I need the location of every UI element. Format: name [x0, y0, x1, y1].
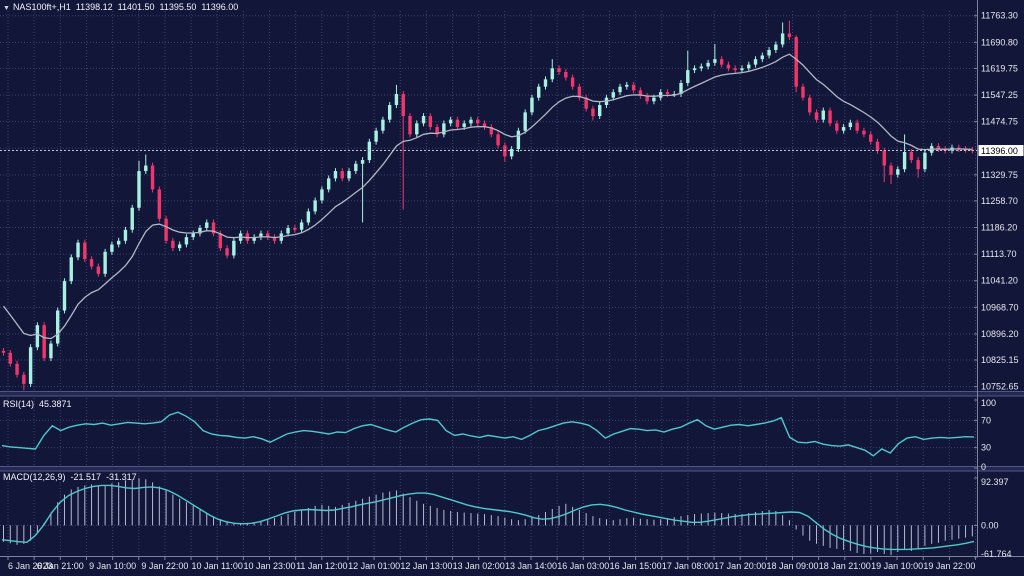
- price-chart-surface[interactable]: [0, 0, 976, 393]
- indicator-axis-labels[interactable]: 100 70 30 0 92.397 0.00 -61.764: [974, 398, 1012, 559]
- svg-text:17 Jan 08:00: 17 Jan 08:00: [662, 561, 714, 571]
- rsi-name: RSI(14): [3, 399, 34, 409]
- svg-text:11 Jan 12:00: 11 Jan 12:00: [296, 561, 347, 571]
- ohlc-close: 11396.00: [201, 2, 238, 12]
- svg-text:92.397: 92.397: [981, 477, 1009, 487]
- ohlc-high: 11401.50: [118, 2, 155, 12]
- svg-text:10 Jan 11:00: 10 Jan 11:00: [192, 561, 243, 571]
- svg-text:10896.20: 10896.20: [981, 329, 1019, 339]
- svg-text:19 Jan 22:00: 19 Jan 22:00: [923, 561, 975, 571]
- svg-text:9 Jan 22:00: 9 Jan 22:00: [141, 561, 188, 571]
- svg-text:11113.70: 11113.70: [981, 249, 1017, 259]
- ohlc-low: 11395.50: [159, 2, 196, 12]
- svg-text:12 Jan 01:00: 12 Jan 01:00: [348, 561, 400, 571]
- macd-indicator-label: MACD(12,26,9) -21.517 -31.317: [3, 472, 137, 482]
- svg-text:11474.75: 11474.75: [981, 117, 1018, 127]
- svg-text:16 Jan 03:00: 16 Jan 03:00: [557, 561, 609, 571]
- svg-text:0.00: 0.00: [981, 520, 999, 530]
- svg-text:11763.30: 11763.30: [981, 11, 1018, 21]
- svg-text:19 Jan 10:00: 19 Jan 10:00: [871, 561, 923, 571]
- rsi-panel-surface[interactable]: [0, 397, 976, 468]
- svg-text:16 Jan 15:00: 16 Jan 15:00: [610, 561, 662, 571]
- symbol-period-label: NAS100ft+,H1: [13, 2, 71, 12]
- svg-text:30: 30: [981, 443, 991, 453]
- svg-text:10752.65: 10752.65: [981, 382, 1019, 392]
- svg-text:11041.20: 11041.20: [981, 276, 1018, 286]
- macd-value: -21.517: [71, 472, 102, 482]
- svg-text:13 Jan 02:00: 13 Jan 02:00: [453, 561, 505, 571]
- svg-text:0: 0: [981, 462, 986, 472]
- svg-text:10968.70: 10968.70: [981, 302, 1019, 312]
- svg-text:11329.75: 11329.75: [981, 170, 1018, 180]
- svg-text:6 Jan 21:00: 6 Jan 21:00: [37, 561, 84, 571]
- svg-text:17 Jan 20:00: 17 Jan 20:00: [714, 561, 766, 571]
- time-axis-labels[interactable]: 6 Jan 20236 Jan 21:009 Jan 10:009 Jan 22…: [8, 557, 976, 572]
- trading-chart-window: 11763.30 11690.80 11619.75 11547.25 11474.75…: [0, 0, 1024, 576]
- svg-text:10825.15: 10825.15: [981, 355, 1019, 365]
- svg-text:11186.20: 11186.20: [981, 223, 1017, 233]
- svg-text:11547.25: 11547.25: [981, 90, 1018, 100]
- collapse-arrow-icon[interactable]: ▼: [3, 5, 10, 12]
- rsi-indicator-label: RSI(14) 45.3871: [3, 399, 72, 409]
- macd-signal-value: -31.317: [106, 472, 137, 482]
- price-axis-labels[interactable]: 11763.30 11690.80 11619.75 11547.25 11474.75…: [974, 11, 1019, 392]
- macd-name: MACD(12,26,9): [3, 472, 66, 482]
- svg-text:11690.80: 11690.80: [981, 37, 1018, 47]
- svg-text:100: 100: [981, 398, 996, 408]
- svg-text:-61.764: -61.764: [981, 549, 1012, 559]
- svg-text:18 Jan 09:00: 18 Jan 09:00: [766, 561, 818, 571]
- chart-title-bar: ▼NAS100ft+,H1 11398.12 11401.50 11395.50 113…: [3, 2, 238, 14]
- svg-text:12 Jan 13:00: 12 Jan 13:00: [400, 561, 452, 571]
- macd-panel-surface[interactable]: [0, 471, 976, 556]
- svg-text:9 Jan 10:00: 9 Jan 10:00: [89, 561, 136, 571]
- svg-text:10 Jan 23:00: 10 Jan 23:00: [243, 561, 295, 571]
- svg-text:18 Jan 21:00: 18 Jan 21:00: [819, 561, 871, 571]
- svg-text:11396.00: 11396.00: [981, 146, 1018, 156]
- current-price-tag: 11396.00: [979, 145, 1024, 156]
- svg-text:13 Jan 14:00: 13 Jan 14:00: [505, 561, 557, 571]
- rsi-value: 45.3871: [39, 399, 72, 409]
- svg-text:70: 70: [981, 415, 991, 425]
- svg-text:11619.75: 11619.75: [981, 63, 1018, 73]
- svg-text:11258.70: 11258.70: [981, 196, 1018, 206]
- ohlc-open: 11398.12: [76, 2, 113, 12]
- chart-canvas[interactable]: 11763.30 11690.80 11619.75 11547.25 11474.75…: [0, 0, 1024, 576]
